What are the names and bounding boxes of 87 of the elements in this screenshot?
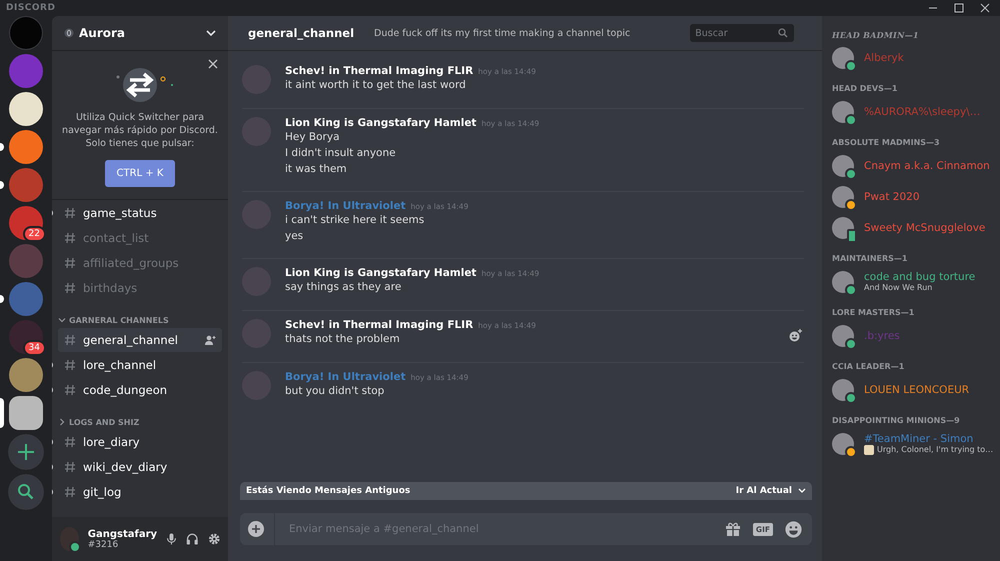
close-icon[interactable] — [980, 3, 990, 13]
hash-icon — [64, 334, 76, 346]
role-header: HEAD DEVS—1 — [832, 83, 898, 95]
channel-item[interactable]: birthdays — [58, 276, 222, 300]
channel-category[interactable]: LOGS AND SHIZ — [58, 415, 222, 429]
mention-badge: 34 — [22, 340, 46, 356]
emoji-icon[interactable] — [785, 520, 802, 538]
member-item[interactable]: Cnaym a.k.a. Cinnamon — [832, 150, 994, 181]
server-icon[interactable] — [9, 396, 43, 430]
caret-icon — [58, 418, 66, 426]
member-item[interactable]: Pwat 2020 — [832, 181, 994, 212]
caret-icon — [58, 316, 66, 324]
member-item[interactable]: LOUEN LEONCOEUR — [832, 374, 994, 405]
message-author[interactable]: Lion King is Gangstafary Hamlet — [285, 117, 476, 129]
member-item[interactable]: #TeamMiner - Simon Urgh, Colonel, I'm trying to… — [832, 428, 994, 459]
boost-icon — [64, 28, 74, 38]
role-header: DISAPPOINTING MINIONS—9 — [832, 415, 961, 427]
old-messages-notice: Estás Viendo Mensajes Antiguos — [246, 486, 410, 496]
role-header: LORE MASTERS—1 — [832, 307, 916, 319]
member-activity: Urgh, Colonel, I'm trying to… — [877, 445, 994, 454]
search-icon[interactable] — [8, 474, 44, 510]
close-icon[interactable] — [208, 59, 218, 69]
app-wordmark: DISCORD — [6, 3, 56, 13]
member-activity: And Now We Run — [864, 283, 932, 292]
server-icon[interactable] — [9, 130, 43, 164]
channel-category[interactable]: GARNERAL CHANNELS — [58, 313, 222, 327]
add-server-icon[interactable] — [8, 434, 44, 470]
user-tag: #3216 — [88, 540, 158, 550]
microphone-icon[interactable] — [166, 531, 177, 547]
message-author[interactable]: Borya! In Ultraviolet — [285, 200, 406, 212]
headphones-icon[interactable] — [186, 531, 198, 547]
hash-icon — [64, 486, 76, 498]
chevron-down-icon — [798, 488, 806, 494]
hash-icon — [64, 207, 76, 219]
channel-topic: Dude fuck off its my first time making a channel topic — [374, 28, 630, 38]
message-author[interactable]: Schev! in Thermal Imaging FLIR — [285, 65, 474, 77]
user-avatar[interactable] — [60, 527, 79, 551]
message-text: yes — [285, 229, 304, 244]
message-text: thats not the problem — [285, 332, 401, 347]
role-header: CCIA LEADER—1 — [832, 361, 906, 373]
channel-item[interactable]: game_status — [58, 201, 222, 225]
mention-badge: 22 — [22, 226, 46, 242]
channel-item[interactable]: lore_diary — [58, 430, 222, 454]
message-author[interactable]: Borya! In Ultraviolet — [285, 371, 406, 383]
member-item[interactable]: Sweety McSnugglelove — [832, 212, 994, 243]
hash-icon — [64, 232, 76, 244]
maximize-icon[interactable] — [954, 3, 964, 13]
message-text: i can't strike here it seems — [285, 213, 426, 228]
gift-icon[interactable] — [724, 521, 741, 537]
settings-icon[interactable] — [208, 531, 220, 547]
message-text: say things as they are — [285, 280, 402, 295]
upload-plus-icon[interactable] — [248, 521, 264, 537]
channel-item[interactable]: affiliated_groups — [58, 251, 222, 275]
jump-to-present-link[interactable]: Ir Al Actual — [736, 486, 806, 496]
role-header: HEAD BADMIN—1 — [832, 29, 920, 42]
message-text: Hey Borya — [285, 130, 340, 145]
member-item[interactable]: code and bug torture And Now We Run — [832, 266, 994, 297]
message-text: I didn't insult anyone — [285, 146, 397, 161]
channel-item[interactable]: code_dungeon — [58, 378, 222, 402]
message-text: but you didn't stop — [285, 384, 386, 399]
chevron-down-icon — [206, 30, 216, 36]
add-member-icon[interactable] — [204, 335, 216, 345]
server-icon[interactable] — [9, 92, 43, 126]
hash-icon — [64, 282, 76, 294]
channel-title: general_channel — [248, 26, 354, 40]
username: Gangstafary — [88, 528, 158, 540]
search-icon — [778, 28, 788, 38]
hash-icon — [64, 359, 76, 371]
hash-icon — [64, 257, 76, 269]
hash-icon — [64, 436, 76, 448]
channel-item[interactable]: general_channel — [58, 328, 222, 352]
add-reaction-icon[interactable] — [789, 329, 802, 342]
message-author[interactable]: Schev! in Thermal Imaging FLIR — [285, 319, 474, 331]
message-author[interactable]: Lion King is Gangstafary Hamlet — [285, 267, 476, 279]
search-field[interactable]: Buscar — [690, 24, 794, 42]
shortcut-button[interactable]: CTRL + K — [105, 160, 175, 187]
role-header: MAINTAINERS—1 — [832, 253, 908, 265]
message-text: it aint worth it to get the last word — [285, 78, 467, 93]
hash-icon — [64, 384, 76, 396]
hash-icon — [64, 461, 76, 473]
role-header: ABSOLUTE MADMINS—3 — [832, 137, 941, 149]
channel-item[interactable]: lore_channel — [58, 353, 222, 377]
channel-item[interactable]: contact_list — [58, 226, 222, 250]
channel-item[interactable]: git_log — [58, 480, 222, 504]
quick-switcher-tip: Utiliza Quick Switcher para navegar más rápido por Discord. Solo tienes que pulsar: — [61, 111, 219, 150]
channel-item[interactable]: wiki_dev_diary — [58, 455, 222, 479]
message-text: it was them — [285, 162, 348, 177]
